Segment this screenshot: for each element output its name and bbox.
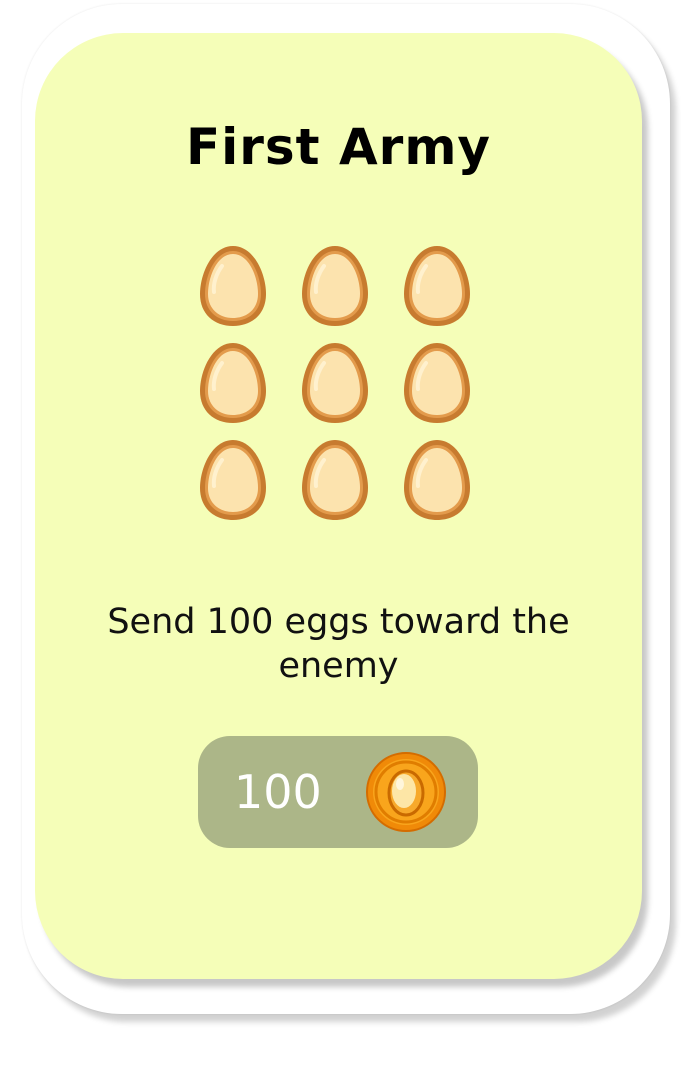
egg-icon (300, 244, 370, 328)
buy-button[interactable]: 100 (198, 736, 478, 848)
egg-icon (198, 341, 268, 425)
egg-icon (198, 438, 268, 522)
egg-icon (300, 438, 370, 522)
egg-icon (402, 244, 472, 328)
price-value: 100 (234, 765, 322, 819)
egg-icon (402, 341, 472, 425)
card-description: Send 100 eggs toward the enemy (107, 602, 570, 686)
egg-army-illustration (198, 244, 474, 526)
egg-icon (198, 244, 268, 328)
gold-egg-coin-icon (365, 751, 447, 833)
egg-icon (300, 341, 370, 425)
upgrade-card[interactable]: First Army Send 100 eggs toward the enem… (0, 0, 681, 1072)
egg-icon (402, 438, 472, 522)
card-title: First Army (185, 118, 492, 176)
